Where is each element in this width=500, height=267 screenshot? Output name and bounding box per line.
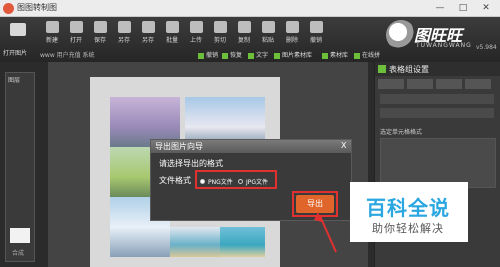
format-label: 文件格式 xyxy=(159,176,191,185)
upload-icon xyxy=(190,21,203,33)
brand-swirl-icon xyxy=(386,20,416,50)
png-option-label[interactable]: PNG文件 xyxy=(208,177,233,186)
dialog-close-button[interactable]: X xyxy=(341,141,346,150)
redo-icon xyxy=(222,52,228,59)
minimize-button[interactable]: — xyxy=(430,1,450,16)
image-icon xyxy=(10,23,26,36)
export-button[interactable]: 导出 xyxy=(296,195,334,213)
subrow-image-library[interactable]: 图片素材库 xyxy=(274,50,312,59)
image-library-icon xyxy=(274,52,280,59)
maximize-button[interactable]: □ xyxy=(453,1,473,16)
watermark-main: 百科全说 xyxy=(366,196,450,220)
cell-format-grid[interactable] xyxy=(380,138,496,188)
panel-tab[interactable] xyxy=(436,79,462,89)
layers-panel: 图层 合成 xyxy=(5,72,35,262)
tool-copy[interactable]: 复制 xyxy=(232,20,256,46)
tool-save[interactable]: 保存 xyxy=(88,20,112,46)
subrow-undo[interactable]: 撤销 xyxy=(198,50,218,59)
tool-open[interactable]: 打开 xyxy=(64,20,88,46)
tool-paste[interactable]: 粘贴 xyxy=(256,20,280,46)
collage-photo[interactable] xyxy=(220,227,265,257)
setting-row[interactable] xyxy=(380,94,494,104)
collage-icon xyxy=(354,52,360,59)
tool-save-as[interactable]: 另存 xyxy=(112,20,136,46)
table-icon xyxy=(378,65,386,73)
layer-thumbnail[interactable] xyxy=(10,228,30,243)
text-icon xyxy=(248,52,254,59)
png-radio[interactable] xyxy=(200,179,205,184)
dialog-prompt: 请选择导出的格式 xyxy=(159,159,223,168)
subrow-text[interactable]: 文字 xyxy=(248,50,268,59)
tool-delete[interactable]: 删除 xyxy=(280,20,304,46)
tool-batch[interactable]: 批量 xyxy=(160,20,184,46)
paste-icon xyxy=(262,21,275,33)
new-icon xyxy=(46,21,59,33)
material-icon xyxy=(322,52,328,59)
setting-row[interactable] xyxy=(380,108,494,118)
save-as-icon xyxy=(142,21,155,33)
delete-icon xyxy=(286,21,299,33)
brand-logo: 图旺旺 TUWANGWANG v5.984 xyxy=(386,20,497,56)
layers-panel-title: 图层 xyxy=(8,77,21,84)
jpg-option-label[interactable]: JPG文件 xyxy=(246,177,268,186)
folder-icon xyxy=(70,21,83,33)
open-image-button[interactable]: 打开图片 xyxy=(3,20,31,58)
close-window-button[interactable]: ✕ xyxy=(476,1,496,16)
panel-tab[interactable] xyxy=(407,79,433,89)
panel-tab[interactable] xyxy=(378,79,404,89)
section-label: 选定单元格格式 xyxy=(380,129,423,136)
watermark-sub: 助你轻松解决 xyxy=(372,222,444,235)
watermark: 百科全说 助你轻松解决 xyxy=(350,182,468,242)
app-logo-icon xyxy=(3,3,14,14)
subrow-material-library[interactable]: 素材库 xyxy=(322,50,348,59)
tool-undo[interactable]: 撤销 xyxy=(304,20,328,46)
copy-icon xyxy=(238,21,251,33)
main-toolbar: 打开图片 新建 打开 保存 另存 另存 批量 上传 剪切 复制 粘贴 删除 撤销… xyxy=(0,17,500,62)
account-links[interactable]: www 用户充值 系统 xyxy=(40,50,95,59)
tool-upload[interactable]: 上传 xyxy=(184,20,208,46)
tool-new[interactable]: 新建 xyxy=(40,20,64,46)
undo-icon xyxy=(310,21,323,33)
version-label: v5.984 xyxy=(476,44,497,51)
tool-cut[interactable]: 剪切 xyxy=(208,20,232,46)
subrow-online-collage[interactable]: 在线拼 xyxy=(354,50,380,59)
collage-photo[interactable] xyxy=(170,227,220,257)
batch-icon xyxy=(166,21,179,33)
panel-header: 表格组设置 xyxy=(375,62,500,76)
open-image-label: 打开图片 xyxy=(3,50,28,57)
subrow-redo[interactable]: 恢复 xyxy=(222,50,242,59)
dialog-title: 导出图片向导 xyxy=(155,142,203,151)
layers-panel-footer: 合成 xyxy=(12,250,25,257)
jpg-radio[interactable] xyxy=(238,179,243,184)
panel-title: 表格组设置 xyxy=(389,65,429,74)
window-title: 图图转制图 xyxy=(17,3,57,12)
save-icon xyxy=(94,21,107,33)
save-as-icon xyxy=(118,21,131,33)
format-options: PNG文件 JPG文件 xyxy=(195,170,277,189)
panel-tab[interactable] xyxy=(465,79,491,89)
tool-save-as-2[interactable]: 另存 xyxy=(136,20,160,46)
brand-name-en: TUWANGWANG xyxy=(416,42,472,49)
undo-icon xyxy=(198,52,204,59)
title-bar: 图图转制图 — □ ✕ xyxy=(0,0,500,17)
scissors-icon xyxy=(214,21,227,33)
dialog-header: 导出图片向导 X xyxy=(151,140,351,153)
